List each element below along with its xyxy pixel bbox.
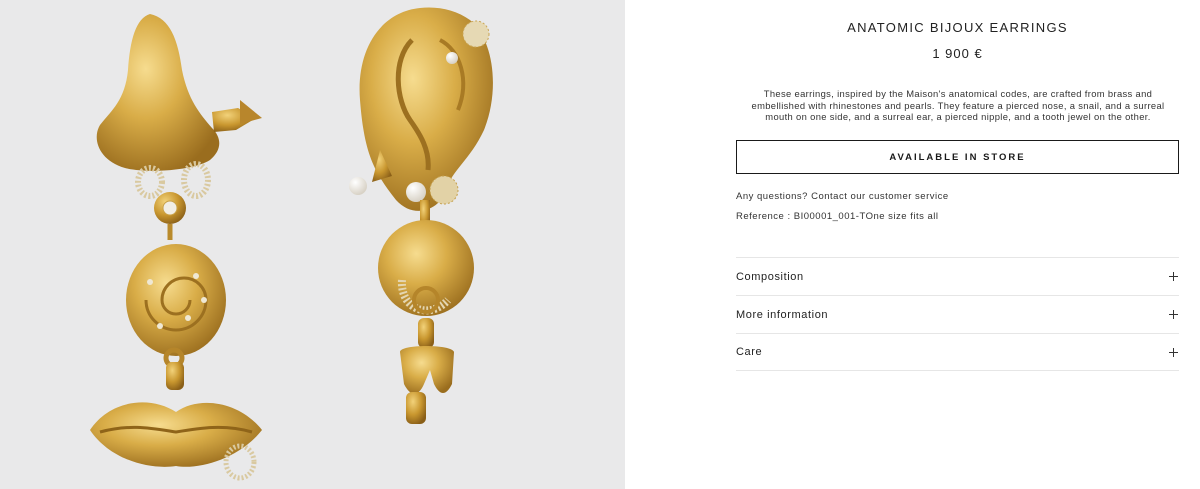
product-details-panel: ANATOMIC BIJOUX EARRINGS 1 900 € These e…	[736, 0, 1179, 489]
accordion-label: More information	[736, 308, 829, 321]
snail-charm	[126, 244, 226, 390]
accordion-label: Composition	[736, 270, 804, 283]
tooth-charm	[400, 318, 454, 424]
product-reference: Reference : BI00001_001-TOne size fits a…	[736, 211, 939, 222]
nose-charm	[96, 14, 262, 240]
plus-icon[interactable]	[1169, 310, 1178, 319]
available-in-store-button[interactable]: AVAILABLE IN STORE	[736, 140, 1179, 174]
product-description: These earrings, inspired by the Maison's…	[751, 88, 1165, 123]
customer-service-link[interactable]: Any questions? Contact our customer serv…	[736, 191, 949, 202]
accordion-care[interactable]: Care	[736, 333, 1179, 371]
plus-icon[interactable]	[1169, 347, 1178, 357]
disc-charm	[378, 220, 474, 316]
lips-charm	[90, 402, 262, 481]
accordion-label: Care	[736, 346, 763, 358]
product-price: 1 900 €	[932, 46, 983, 61]
product-image[interactable]	[0, 0, 625, 489]
earrings-illustration	[90, 7, 493, 481]
accordion: Composition More information Care	[736, 257, 1179, 371]
plus-icon[interactable]	[1169, 272, 1178, 281]
accordion-composition[interactable]: Composition	[736, 257, 1179, 295]
accordion-more-information[interactable]: More information	[736, 295, 1179, 333]
ear-charm	[349, 7, 493, 230]
product-title: ANATOMIC BIJOUX EARRINGS	[847, 20, 1068, 35]
